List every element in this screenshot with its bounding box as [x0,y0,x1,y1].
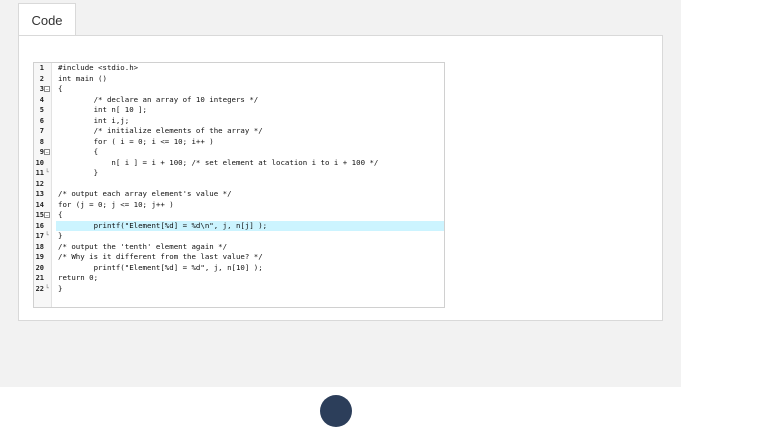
code-line[interactable]: 1 #include <stdio.h> [34,63,444,74]
code-text: /* output each array element's value */ [58,189,232,198]
code-text: int i,j; [58,115,130,125]
fold-toggle-icon[interactable]: − [44,86,50,93]
line-number: 21 [35,274,44,282]
code-line[interactable]: 12 [34,179,444,190]
code-line[interactable]: 13 /* output each array element's value *… [34,189,444,200]
line-number: 8 [39,137,44,146]
code-text: /* output the 'tenth' element again */ [58,241,228,251]
code-line[interactable]: 20 printf("Element[%d] = %d", j, n[10] )… [34,263,444,274]
code-text: n[ i ] = i + 100; /* set element at loca… [58,157,379,167]
code-text: } [58,283,63,293]
code-line[interactable]: 21 return 0; [34,273,444,284]
avatar[interactable] [320,395,352,427]
code-text: return 0; [58,273,99,282]
code-text: { [58,210,63,219]
code-text: for ( i = 0; i <= 10; i++ ) [58,136,214,146]
code-line[interactable]: 19 /* Why is it different from the last v… [34,252,444,263]
code-text: /* initialize elements of the array */ [58,126,263,135]
line-number: 15 [35,211,44,219]
line-number: 6 [39,116,44,125]
code-editor[interactable]: 1 #include <stdio.h> 2 int main () 3−{4 /* d… [33,62,445,308]
code-line[interactable]: 3− { [34,84,444,95]
line-number: 7 [39,127,44,135]
line-number: 22 [35,284,44,293]
line-number: 14 [35,200,44,209]
fold-end-icon: └ [45,232,49,239]
tab-code[interactable]: Code [18,3,76,36]
code-line[interactable]: 6 int i,j; [34,116,444,127]
code-text: /* Why is it different from the last val… [58,252,263,261]
line-number: 11 [35,169,44,177]
code-line[interactable]: 18 /* output the 'tenth' element again */ [34,242,444,253]
code-text: { [58,84,63,93]
line-number: 17 [35,232,44,240]
line-number: 5 [39,106,44,114]
code-text: for (j = 0; j <= 10; j++ ) [58,199,174,209]
code-line[interactable]: 22 └} [34,284,444,295]
code-text: int main () [58,73,107,83]
code-lines: 1 #include <stdio.h> 2 int main () 3−{4 /* d… [34,63,444,294]
line-number: 4 [39,95,44,104]
code-text: { [58,147,99,156]
code-line[interactable]: 16 printf("Element[%d] = %d\n", j, n[j] … [34,220,444,231]
code-line[interactable]: 2 int main () [34,74,444,85]
code-text: } [58,231,63,240]
line-number: 18 [35,242,44,251]
code-line[interactable]: 5 int n[ 10 ]; [34,105,444,116]
code-line[interactable]: 7 /* initialize elements of the array */ [34,126,444,137]
code-text: } [58,168,99,177]
fold-toggle-icon[interactable]: − [44,149,50,156]
line-number: 2 [39,74,44,83]
code-line[interactable]: 17 └} [34,231,444,242]
code-text: printf("Element[%d] = %d", j, n[10] ); [58,262,263,272]
code-line[interactable]: 10 n[ i ] = i + 100; /* set element at l… [34,158,444,169]
code-text: /* declare an array of 10 integers */ [58,94,259,104]
line-number: 9 [39,148,44,156]
code-line[interactable]: 9− { [34,147,444,158]
line-number: 19 [35,253,44,261]
code-panel: 1 #include <stdio.h> 2 int main () 3−{4 /* d… [18,35,663,321]
line-number: 13 [35,190,44,198]
code-text: int n[ 10 ]; [58,105,147,114]
fold-end-icon: └ [45,169,49,176]
line-number: 12 [35,179,44,188]
code-line[interactable]: 11 └ } [34,168,444,179]
fold-end-icon: └ [45,284,49,292]
code-text: printf("Element[%d] = %d\n", j, n[j] ); [56,220,444,231]
code-line[interactable]: 15− { [34,210,444,221]
page-background: Code 1 #include <stdio.h> 2 int main () 3−{4… [0,0,681,387]
line-number: 1 [39,64,44,72]
code-line[interactable]: 14 for (j = 0; j <= 10; j++ ) [34,200,444,211]
fold-toggle-icon[interactable]: − [44,212,50,219]
line-number: 20 [35,263,44,272]
code-text: #include <stdio.h> [58,63,139,72]
line-number: 10 [35,158,44,167]
code-line[interactable]: 8 for ( i = 0; i <= 10; i++ ) [34,137,444,148]
line-number: 16 [35,221,44,230]
code-line[interactable]: 4 /* declare an array of 10 integers */ [34,95,444,106]
line-number: 3 [39,85,44,93]
